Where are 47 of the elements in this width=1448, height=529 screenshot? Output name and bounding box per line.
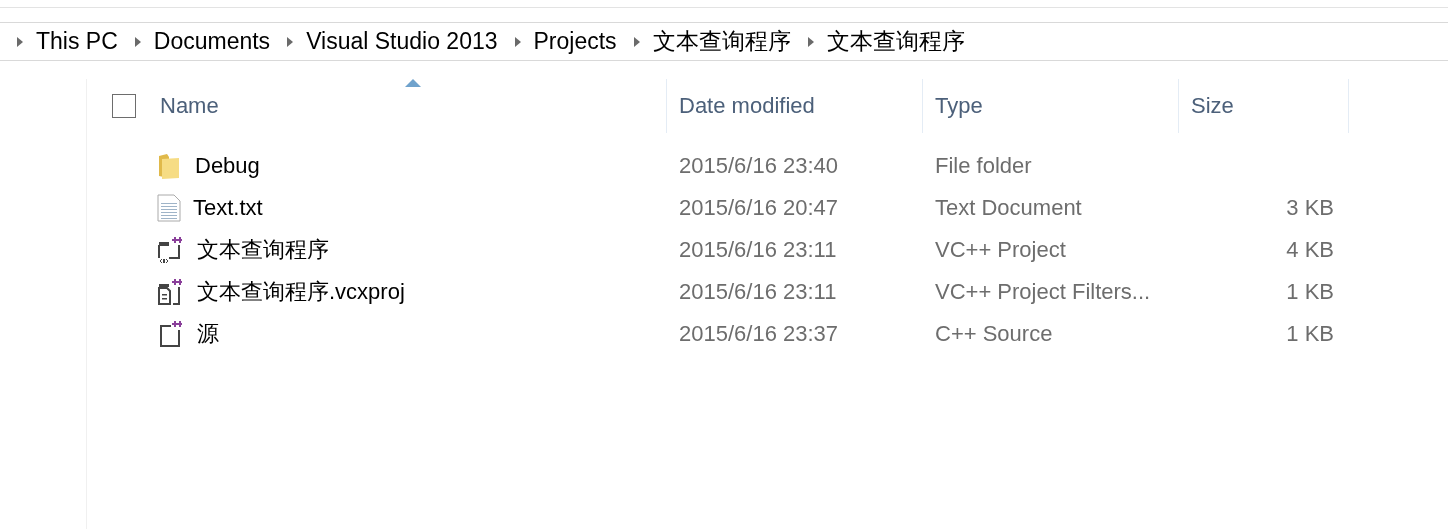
file-size: 4 KB xyxy=(1285,237,1334,263)
chevron-icon[interactable] xyxy=(513,35,522,48)
date-modified: 2015/6/16 23:11 xyxy=(678,279,838,305)
sort-arrow-icon xyxy=(405,79,421,87)
file-size: 1 KB xyxy=(1285,279,1334,305)
file-type: C++ Source xyxy=(934,321,1054,347)
breadcrumb-item[interactable]: Projects xyxy=(521,28,633,55)
file-name: 文本查询程序.vcxproj xyxy=(197,278,405,306)
file-name: Text.txt xyxy=(193,195,263,221)
file-row[interactable]: 文本查询程序 2015/6/16 23:11 VC++ Project 4 KB xyxy=(87,229,1448,271)
document-icon xyxy=(157,194,181,222)
breadcrumb-item[interactable]: Documents xyxy=(141,28,287,55)
chevron-icon[interactable] xyxy=(133,35,142,48)
file-name: 源 xyxy=(197,320,219,348)
project-icon xyxy=(157,236,185,264)
file-type: File folder xyxy=(934,153,1033,179)
file-size: 1 KB xyxy=(1285,321,1334,347)
column-header[interactable]: Size xyxy=(1179,79,1349,133)
breadcrumb-item[interactable]: 文本查询程序 xyxy=(814,26,981,57)
chevron-icon[interactable] xyxy=(16,35,24,48)
file-type: Text Document xyxy=(934,195,1083,221)
column-header[interactable]: Type xyxy=(923,79,1179,133)
chevron-icon[interactable] xyxy=(806,35,815,48)
file-row[interactable]: Text.txt 2015/6/16 20:47 Text Document 3 KB xyxy=(87,187,1448,229)
column-header[interactable]: Name xyxy=(160,79,667,133)
project-filters-icon xyxy=(157,278,185,306)
breadcrumb-item[interactable]: 文本查询程序 xyxy=(640,26,807,57)
breadcrumb-item[interactable]: This PC xyxy=(24,28,134,55)
breadcrumb-item[interactable]: Visual Studio 2013 xyxy=(294,28,514,55)
file-type: VC++ Project Filters... xyxy=(934,279,1152,305)
chevron-icon[interactable] xyxy=(632,35,641,48)
date-modified: 2015/6/16 23:40 xyxy=(678,153,840,179)
date-modified: 2015/6/16 23:11 xyxy=(678,237,838,263)
file-row[interactable]: 源 2015/6/16 23:37 C++ Source 1 KB xyxy=(87,313,1448,355)
date-modified: 2015/6/16 23:37 xyxy=(678,321,840,347)
file-size: 3 KB xyxy=(1285,195,1334,221)
column-header[interactable]: Date modified xyxy=(667,79,923,133)
file-row[interactable]: Debug 2015/6/16 23:40 File folder xyxy=(87,145,1448,187)
file-name: 文本查询程序 xyxy=(197,236,329,264)
address-bar[interactable]: This PC Documents Visual Studio 2013 Projects 文本查询程序 文本查询程序 xyxy=(0,22,1448,61)
file-name: Debug xyxy=(195,153,260,179)
source-file-icon xyxy=(157,320,185,348)
select-all-checkbox[interactable] xyxy=(112,94,136,118)
date-modified: 2015/6/16 20:47 xyxy=(678,195,840,221)
file-type: VC++ Project xyxy=(934,237,1067,263)
file-row[interactable]: 文本查询程序.vcxproj 2015/6/16 23:11 VC++ Project Filters... 1 KB xyxy=(87,271,1448,313)
chevron-icon[interactable] xyxy=(286,35,295,48)
